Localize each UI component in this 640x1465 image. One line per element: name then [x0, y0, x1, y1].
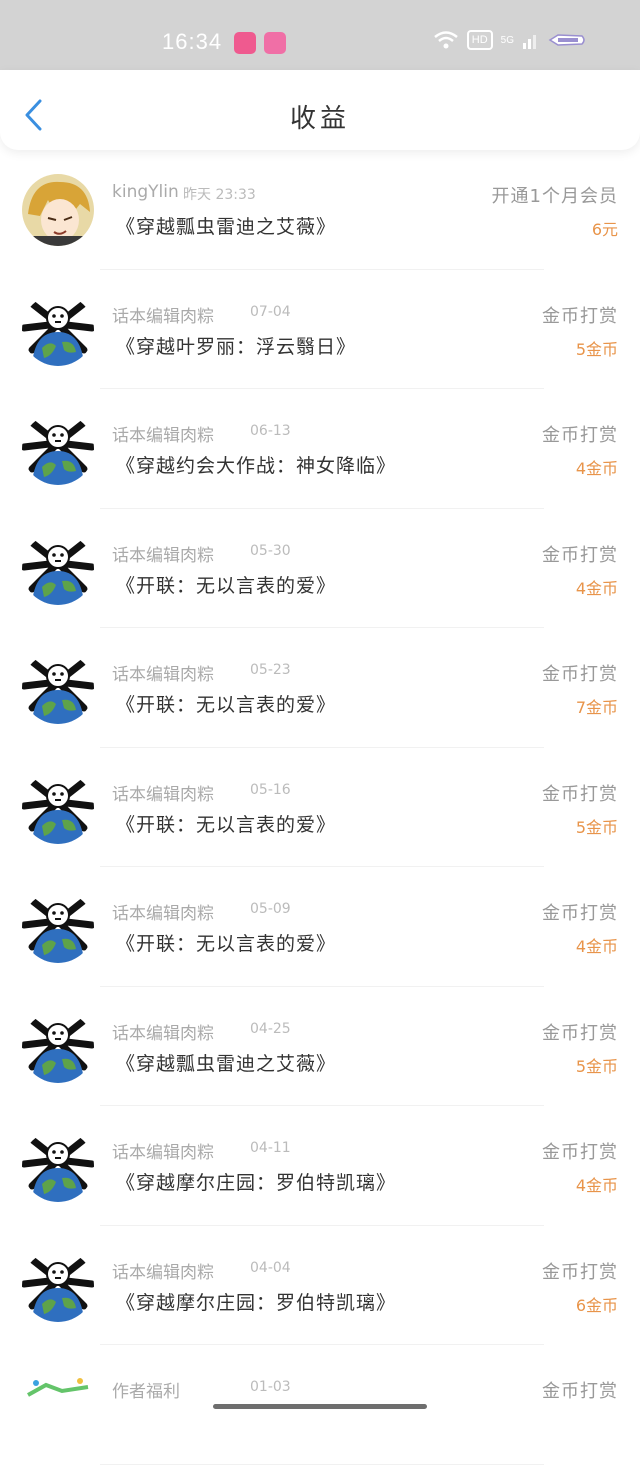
- list-item[interactable]: 话本编辑肉粽 05-30 《开联：无以言表的爱》 金币打赏 4金币: [0, 509, 640, 629]
- status-icons: HD 5G: [433, 30, 588, 50]
- list-item[interactable]: kingYlin 昨天 23:33 《穿越瓢虫雷迪之艾薇》 开通1个月会员 6元: [0, 150, 640, 270]
- list-item[interactable]: 话本编辑肉粽 07-04 《穿越叶罗丽：浮云翳日》 金币打赏 5金币: [0, 270, 640, 390]
- list-item[interactable]: 话本编辑肉粽 05-16 《开联：无以言表的爱》 金币打赏 5金币: [0, 748, 640, 868]
- income-amount: 4金币: [575, 459, 618, 478]
- income-type: 金币打赏: [542, 783, 618, 805]
- book-title: 《开联：无以言表的爱》: [116, 813, 337, 836]
- landscape-avatar: [22, 1369, 94, 1441]
- meme-earth-avatar: [22, 293, 94, 366]
- meme-earth-avatar: [22, 652, 94, 724]
- network-type: 5G: [500, 34, 514, 46]
- income-type: 金币打赏: [542, 1022, 618, 1044]
- signal-icon: [523, 35, 536, 49]
- page-title: 收益: [289, 104, 350, 134]
- income-type: 金币打赏: [542, 1261, 618, 1283]
- income-amount: 6元: [591, 220, 618, 239]
- list-item[interactable]: 话本编辑肉粽 06-13 《穿越约会大作战：神女降临》 金币打赏 4金币: [0, 389, 640, 509]
- meme-earth-avatar: [22, 771, 94, 844]
- record-date: 06-13: [250, 423, 291, 439]
- sender-name: 话本编辑肉粽: [112, 426, 214, 446]
- book-title: 《开联：无以言表的爱》: [116, 574, 337, 597]
- book-title: 《开联：无以言表的爱》: [116, 694, 337, 716]
- book-title: 《穿越瓢虫雷迪之艾薇》: [116, 216, 337, 238]
- sender-name: 话本编辑肉粽: [112, 306, 214, 327]
- income-amount: 7金币: [575, 698, 618, 717]
- anime-avatar: [22, 174, 94, 246]
- meme-earth-avatar: [22, 413, 94, 485]
- income-amount: 6金币: [575, 1295, 618, 1315]
- sender-name: 话本编辑肉粽: [112, 545, 214, 566]
- meme-earth-avatar: [22, 532, 94, 605]
- record-date: 05-23: [250, 662, 291, 678]
- income-amount: 4金币: [575, 578, 618, 598]
- income-type: 金币打赏: [542, 664, 618, 685]
- book-title: 《穿越摩尔庄园：罗伯特凯璃》: [116, 1291, 397, 1314]
- record-date: 04-25: [250, 1020, 291, 1037]
- sender-name: 话本编辑肉粽: [112, 784, 214, 805]
- record-date: 昨天 23:33: [183, 187, 256, 203]
- home-indicator[interactable]: [213, 1404, 427, 1409]
- app-notification-icon: [234, 32, 256, 54]
- income-amount: 5金币: [575, 1056, 618, 1076]
- sender-name: 话本编辑肉粽: [112, 1262, 214, 1283]
- list-item[interactable]: 话本编辑肉粽 04-04 《穿越摩尔庄园：罗伯特凯璃》 金币打赏 6金币: [0, 1226, 640, 1346]
- record-date: 05-30: [250, 542, 291, 559]
- income-type: 金币打赏: [542, 305, 618, 327]
- app-notification-icon: [264, 32, 286, 54]
- wifi-icon: [433, 31, 458, 49]
- income-type: 金币打赏: [542, 903, 618, 924]
- book-title: 《穿越叶罗丽：浮云翳日》: [116, 335, 357, 358]
- hd-icon: HD: [466, 30, 493, 50]
- book-title: 《开联：无以言表的爱》: [116, 933, 337, 955]
- book-title: 《穿越约会大作战：神女降临》: [116, 455, 397, 477]
- income-amount: 5金币: [575, 817, 618, 837]
- battery-icon: [548, 34, 585, 46]
- sender-name: 作者福利: [112, 1382, 180, 1402]
- meme-earth-avatar: [22, 1130, 94, 1202]
- top-navigation-bar: 收益: [0, 70, 640, 150]
- income-type: 金币打赏: [542, 544, 618, 566]
- status-time: 16:34: [162, 29, 223, 54]
- income-type: 金币打赏: [542, 425, 618, 446]
- income-amount: 5金币: [575, 339, 618, 359]
- record-date: 05-09: [250, 901, 291, 917]
- income-type: 开通1个月会员: [491, 186, 618, 207]
- list-item[interactable]: 话本编辑肉粽 05-09 《开联：无以言表的爱》 金币打赏 4金币: [0, 867, 640, 987]
- record-date: 04-11: [250, 1140, 291, 1156]
- record-date: 04-04: [250, 1259, 291, 1276]
- status-bar: 16:34 HD 5G: [0, 0, 640, 72]
- income-type: 金币打赏: [542, 1142, 618, 1163]
- sender-name: 话本编辑肉粽: [112, 665, 214, 685]
- income-type: 金币打赏: [542, 1381, 618, 1402]
- list-item[interactable]: 话本编辑肉粽 04-25 《穿越瓢虫雷迪之艾薇》 金币打赏 5金币: [0, 987, 640, 1107]
- record-date: 05-16: [250, 781, 291, 798]
- book-title: 《穿越摩尔庄园：罗伯特凯璃》: [116, 1172, 397, 1194]
- sender-name: 话本编辑肉粽: [112, 1143, 214, 1163]
- meme-earth-avatar: [22, 891, 94, 963]
- book-title: 《穿越瓢虫雷迪之艾薇》: [116, 1052, 337, 1075]
- record-date: 01-03: [250, 1379, 291, 1395]
- list-item[interactable]: 话本编辑肉粽 05-23 《开联：无以言表的爱》 金币打赏 7金币: [0, 628, 640, 748]
- sender-name: kingYlin: [112, 182, 179, 202]
- meme-earth-avatar: [22, 1249, 94, 1322]
- list-item[interactable]: 话本编辑肉粽 04-11 《穿越摩尔庄园：罗伯特凯璃》 金币打赏 4金币: [0, 1106, 640, 1226]
- record-date: 07-04: [250, 303, 291, 320]
- income-amount: 4金币: [575, 937, 618, 956]
- meme-earth-avatar: [22, 1010, 94, 1083]
- sender-name: 话本编辑肉粽: [112, 1023, 214, 1044]
- sender-name: 话本编辑肉粽: [112, 904, 214, 924]
- income-amount: 4金币: [575, 1176, 618, 1195]
- earnings-list: kingYlin 昨天 23:33 《穿越瓢虫雷迪之艾薇》 开通1个月会员 6元…: [0, 150, 640, 1465]
